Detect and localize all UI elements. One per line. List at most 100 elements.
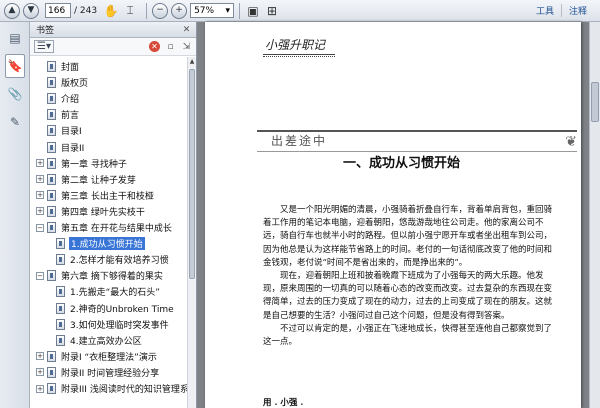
bookmark-icon xyxy=(47,77,56,89)
bookmark-item[interactable]: + 附录I “衣柜整理法”演示 xyxy=(36,349,158,364)
expand-icon[interactable]: + xyxy=(36,159,44,168)
page-total-label: / 243 xyxy=(74,5,98,16)
bookmark-icon xyxy=(47,61,56,72)
panel-scrollbar[interactable]: ▲ xyxy=(187,57,196,408)
select-tool-icon[interactable]: ⌶ xyxy=(122,3,138,19)
options-menu-button[interactable]: ☰▾ xyxy=(34,40,54,53)
bookmark-child-item[interactable]: 2.神奇的Unbroken Time xyxy=(56,301,175,316)
attachments-icon[interactable]: 📎 xyxy=(5,82,25,106)
pages-icon[interactable]: ▤ xyxy=(5,26,25,50)
bookmark-child-item[interactable]: 4.建立高效办公区 xyxy=(56,333,143,348)
bookmark-item[interactable]: 版权页 xyxy=(47,75,89,90)
bookmark-item[interactable]: − 第六章 摘下够得着的果实 xyxy=(36,268,164,283)
paragraph: 现在，迎着朝阳上班和披着晚霞下班成为了小强每天的两大乐趣。他发现，原来周围的一切… xyxy=(263,271,553,321)
expand-icon[interactable]: + xyxy=(36,352,44,361)
expand-icon[interactable]: + xyxy=(36,191,44,200)
document-scroll-thumb[interactable] xyxy=(591,82,599,122)
bookmark-icon xyxy=(47,350,56,362)
document-page: 小强升职记 出差途中 ❦ 一、成功从习惯开始 又是一个阳光明媚的清晨，小强骑着折… xyxy=(205,22,581,408)
bookmark-icon xyxy=(56,334,65,346)
bookmark-icon xyxy=(47,189,56,201)
panel-header: 书签 ✕ xyxy=(30,22,196,38)
bookmark-icon xyxy=(47,125,56,137)
page-down-icon[interactable]: ▼ xyxy=(23,2,39,19)
bookmarks-icon[interactable]: 🔖 xyxy=(5,54,25,78)
chapter-tag: 出差途中 xyxy=(271,134,328,148)
bookmark-child-item[interactable]: 1.成功从习惯开始 xyxy=(56,236,145,251)
bookmark-item[interactable]: 目录I xyxy=(47,123,83,138)
expand-bookmark-icon[interactable]: ⇲ xyxy=(181,41,192,52)
toolbar-separator xyxy=(239,2,241,19)
expand-icon[interactable]: + xyxy=(36,175,44,184)
bookmark-label: 介绍 xyxy=(61,95,80,106)
bookmark-item[interactable]: + 第一章 寻找种子 xyxy=(36,156,128,171)
panel-toolbar: ☰▾ ✕ ▫ ⇲ xyxy=(30,38,196,56)
new-bookmark-icon[interactable]: ▫ xyxy=(165,41,176,52)
bookmark-item[interactable]: 介绍 xyxy=(47,91,80,106)
bookmark-label: 前言 xyxy=(61,111,80,122)
close-icon[interactable]: ✕ xyxy=(181,24,192,35)
signatures-icon[interactable]: ✎ xyxy=(5,110,25,134)
zoom-select[interactable]: 57% ▾ xyxy=(190,3,235,18)
bookmark-item[interactable]: 前言 xyxy=(47,107,80,122)
ornament-icon: ❦ xyxy=(565,134,577,150)
zoom-out-icon[interactable]: − xyxy=(152,2,169,19)
bookmark-label: 第六章 摘下够得着的果实 xyxy=(61,272,163,283)
bookmark-icon xyxy=(56,302,65,314)
panel-title: 书签 xyxy=(36,26,55,36)
toolbar-separator xyxy=(146,2,148,19)
hand-tool-icon[interactable]: ✋ xyxy=(103,3,119,19)
bookmark-item[interactable]: 封面 xyxy=(47,59,80,74)
page-number-input[interactable] xyxy=(45,3,71,18)
bookmark-icon xyxy=(47,93,56,105)
zoom-in-icon[interactable]: + xyxy=(171,2,188,19)
bookmark-icon xyxy=(47,173,56,185)
bookmark-item[interactable]: − 第五章 在开花与结果中成长 xyxy=(36,220,173,235)
bookmark-item[interactable]: + 第二章 让种子发芽 xyxy=(36,172,137,187)
bookmark-label: 附录I “衣柜整理法”演示 xyxy=(61,352,157,363)
bookmark-item[interactable]: 目录II xyxy=(47,140,85,155)
bookmark-tree: 封面 版权页 介绍 前言 目录I 目录II + 第一章 寻找种子 + 第二章 让种子发芽 + 第三章 … xyxy=(30,57,188,408)
delete-bookmark-icon[interactable]: ✕ xyxy=(149,41,160,52)
expand-icon[interactable]: + xyxy=(36,384,44,393)
expand-icon[interactable]: + xyxy=(36,207,44,216)
bookmark-item[interactable]: + 第三章 长出主干和枝桠 xyxy=(36,188,155,203)
paragraph: 又是一个阳光明媚的清晨，小强骑着折叠自行车，背着单肩背包，重回骑着工作用的笔记本… xyxy=(263,205,553,268)
toolbar-right: 工具 注释 xyxy=(529,4,594,17)
bookmark-icon xyxy=(56,286,65,298)
bookmark-child-item[interactable]: 3.如何处理临时突发事件 xyxy=(56,317,170,332)
toolbar: ▲ ▼ / 243 ✋ ⌶ − + 57% ▾ ▣ ⊞ 工具 注释 xyxy=(0,0,600,22)
bookmark-label: 1.先搬走“最大的石头” xyxy=(70,288,160,299)
bookmark-child-item[interactable]: 1.先搬走“最大的石头” xyxy=(56,284,161,299)
scroll-up-icon[interactable]: ▲ xyxy=(188,57,196,66)
bookmark-label: 第五章 在开花与结果中成长 xyxy=(61,224,172,234)
fit-page-icon[interactable]: ▣ xyxy=(245,3,261,19)
comment-button[interactable]: 注释 xyxy=(560,4,594,17)
logo-underline xyxy=(263,54,335,57)
collapse-icon[interactable]: − xyxy=(36,223,44,232)
bookmark-item[interactable]: + 附录III 浅阅读时代的知识管理系统 xyxy=(36,381,188,396)
bookmark-icon xyxy=(56,254,65,266)
bookmark-icon xyxy=(47,270,56,282)
fit-width-icon[interactable]: ⊞ xyxy=(264,3,280,19)
bookmark-label: 3.如何处理临时突发事件 xyxy=(70,320,169,331)
bookmark-label: 目录II xyxy=(61,143,85,154)
tools-button[interactable]: 工具 xyxy=(529,4,561,17)
bookmark-icon xyxy=(47,383,56,394)
bookmark-item[interactable]: + 附录II 时间管理经验分享 xyxy=(36,365,160,380)
chevron-down-icon: ▾ xyxy=(225,5,231,16)
bookmark-icon xyxy=(56,318,65,330)
body-text: 又是一个阳光明媚的清晨，小强骑着折叠自行车，背着单肩背包，重回骑着工作用的笔记本… xyxy=(263,204,559,349)
bookmark-item[interactable]: + 第四章 绿叶先实枝干 xyxy=(36,204,146,219)
bookmark-label: 第三章 长出主干和枝桠 xyxy=(61,191,154,202)
page-up-icon[interactable]: ▲ xyxy=(4,2,20,19)
bookmark-child-item[interactable]: 2.怎样才能有效培养习惯 xyxy=(56,252,170,267)
bookmark-icon xyxy=(47,157,56,169)
scroll-thumb[interactable] xyxy=(189,69,195,279)
document-scrollbar[interactable] xyxy=(589,22,600,408)
bookmark-label: 2.怎样才能有效培养习惯 xyxy=(70,256,169,267)
expand-icon[interactable]: + xyxy=(36,368,44,377)
collapse-icon[interactable]: − xyxy=(36,271,44,280)
bookmark-label: 附录III 浅阅读时代的知识管理系统 xyxy=(61,385,188,395)
bookmark-label: 1.成功从习惯开始 xyxy=(69,237,145,251)
